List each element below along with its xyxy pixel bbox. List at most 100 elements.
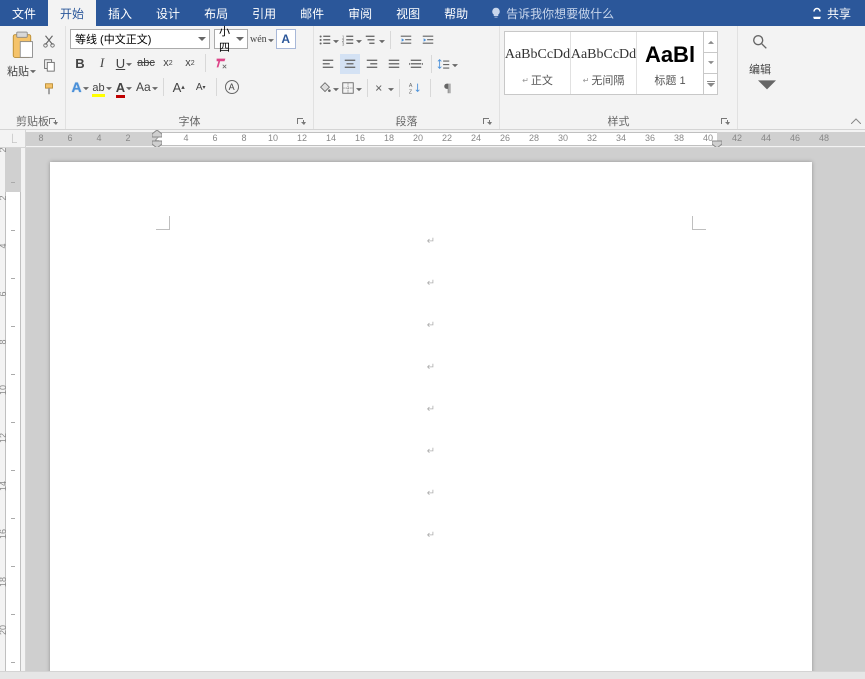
shading-button[interactable] [318,78,339,98]
find-button[interactable]: 编辑 [742,29,778,113]
align-right-button[interactable] [362,54,382,74]
underline-button[interactable]: U [114,53,134,73]
grow-font-button[interactable]: A▴ [169,77,189,97]
svg-text:✕: ✕ [375,84,383,95]
italic-button[interactable]: I [92,53,112,73]
gallery-scroll-up[interactable] [704,32,717,53]
phonetic-guide-button[interactable]: wén [250,29,274,49]
paragraph-launcher[interactable] [481,116,493,128]
hruler-tick: 32 [587,133,597,143]
shrink-font-button[interactable]: A▾ [191,77,211,97]
hruler-scale[interactable]: 8642246810121416182022242628303234363840… [26,130,865,147]
font-size-value: 小四 [219,23,235,55]
paste-icon[interactable] [8,31,36,61]
svg-text:Z: Z [409,89,413,95]
asian-layout-button[interactable]: ✕ [373,78,394,98]
style-item-2[interactable]: AaBl标题 1 [637,32,703,94]
sort-button[interactable]: AZ [405,78,425,98]
multilevel-list-button[interactable] [364,30,385,50]
menu-tab-3[interactable]: 设计 [144,0,192,26]
document-page[interactable]: ↵↵↵↵↵↵↵↵ [50,162,812,671]
align-left-button[interactable] [318,54,338,74]
share-label: 共享 [827,5,851,22]
group-clipboard: 粘贴 剪贴板 [0,26,66,129]
styles-launcher[interactable] [719,116,731,128]
paragraph-mark: ↵ [427,404,435,415]
borders-button[interactable] [341,78,362,98]
menu-tab-7[interactable]: 审阅 [336,0,384,26]
vertical-ruler[interactable]: 22468101214161820 [0,148,26,671]
clear-formatting-button[interactable] [211,53,231,73]
menu-tab-9[interactable]: 帮助 [432,0,480,26]
clipboard-launcher[interactable] [47,116,59,128]
vruler-tick: 2 [0,148,8,158]
align-justify-button[interactable] [384,54,404,74]
show-hide-marks-button[interactable] [436,78,456,98]
indent-marker[interactable] [152,130,162,147]
paste-button[interactable]: 粘贴 [7,61,36,79]
group-editing: 编辑 [738,26,788,129]
hruler-tick: 20 [413,133,423,143]
font-size-select[interactable]: 小四 [214,29,248,49]
align-center-button[interactable] [340,54,360,74]
font-name-select[interactable]: 等线 (中文正文) [70,29,210,49]
change-case-button[interactable]: Aa [136,77,158,97]
strikethrough-button[interactable]: abc [136,53,156,73]
hruler-tick: 16 [355,133,365,143]
vruler-tick: 16 [0,526,8,542]
hruler-tick: 48 [819,133,829,143]
group-paragraph: 123 ✕ AZ [314,26,500,129]
tell-me-search[interactable]: 告诉我你想要做什么 [480,0,624,26]
numbering-button[interactable]: 123 [341,30,362,50]
paragraph-mark: ↵ [427,362,435,373]
format-painter-button[interactable] [39,79,59,99]
menu-tab-5[interactable]: 引用 [240,0,288,26]
superscript-button[interactable]: x2 [180,53,200,73]
menu-tab-0[interactable]: 文件 [0,0,48,26]
hruler-tick: 36 [645,133,655,143]
menu-tab-1[interactable]: 开始 [48,0,96,26]
menu-tab-8[interactable]: 视图 [384,0,432,26]
font-color-button[interactable]: A [114,77,134,97]
line-spacing-button[interactable] [437,54,458,74]
style-item-0[interactable]: AaBbCcDd↵正文 [505,32,571,94]
paragraph-mark: ↵ [427,236,435,247]
vruler-tick: 18 [0,574,8,590]
vruler-tick: 20 [0,622,8,638]
svg-text:3: 3 [342,41,345,46]
paragraph-mark: ↵ [427,488,435,499]
menu-tab-2[interactable]: 插入 [96,0,144,26]
character-border-button[interactable]: A [276,29,296,49]
bullets-button[interactable] [318,30,339,50]
hruler-tick: 30 [558,133,568,143]
gallery-scroll-down[interactable] [704,53,717,74]
gallery-expand[interactable] [704,74,717,94]
menu-tab-6[interactable]: 邮件 [288,0,336,26]
highlight-button[interactable]: ab [92,77,112,97]
vruler-tick: 12 [0,430,8,446]
lightbulb-icon [490,7,502,19]
style-preview: AaBbCcDd [571,38,636,72]
hruler-tick: 4 [96,133,101,143]
distributed-button[interactable] [406,54,426,74]
decrease-indent-button[interactable] [396,30,416,50]
enclose-characters-button[interactable]: A [222,77,242,97]
style-name: ↵无间隔 [583,72,625,88]
subscript-button[interactable]: x2 [158,53,178,73]
text-effects-button[interactable]: A [70,77,90,97]
paragraph-mark: ↵ [427,530,435,541]
font-launcher[interactable] [295,116,307,128]
share-button[interactable]: 共享 [797,0,865,26]
bold-button[interactable]: B [70,53,90,73]
menu-bar: 文件开始插入设计布局引用邮件审阅视图帮助 告诉我你想要做什么 共享 [0,0,865,26]
style-item-1[interactable]: AaBbCcDd↵无间隔 [571,32,637,94]
hruler-tick: 4 [183,133,188,143]
hruler-tick: 46 [790,133,800,143]
increase-indent-button[interactable] [418,30,438,50]
horizontal-ruler: ⎿ 86422468101214161820222426283032343638… [0,130,865,148]
cut-button[interactable] [39,31,59,51]
right-indent-marker[interactable] [712,130,722,147]
ruler-corner[interactable]: ⎿ [0,130,26,147]
collapse-ribbon-button[interactable] [851,113,861,127]
copy-button[interactable] [39,55,59,75]
